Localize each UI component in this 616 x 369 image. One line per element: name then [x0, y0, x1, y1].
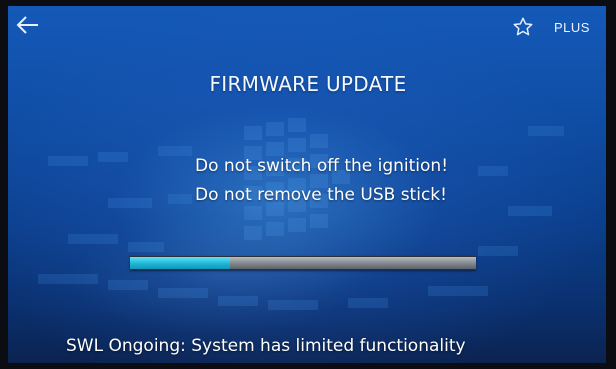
- back-arrow-icon[interactable]: [14, 14, 40, 36]
- page-title: FIRMWARE UPDATE: [209, 72, 407, 96]
- update-progress-bar: [130, 256, 476, 270]
- status-message: SWL Ongoing: System has limited function…: [66, 336, 466, 356]
- warning-ignition: Do not switch off the ignition!: [195, 156, 449, 176]
- screen-glare: [68, 216, 368, 336]
- top-bar: PLUS: [0, 0, 598, 48]
- plus-button[interactable]: PLUS: [554, 20, 590, 35]
- warning-usb-stick: Do not remove the USB stick!: [195, 185, 447, 205]
- progress-bar-fill: [130, 257, 231, 269]
- star-outline-icon[interactable]: [512, 16, 534, 38]
